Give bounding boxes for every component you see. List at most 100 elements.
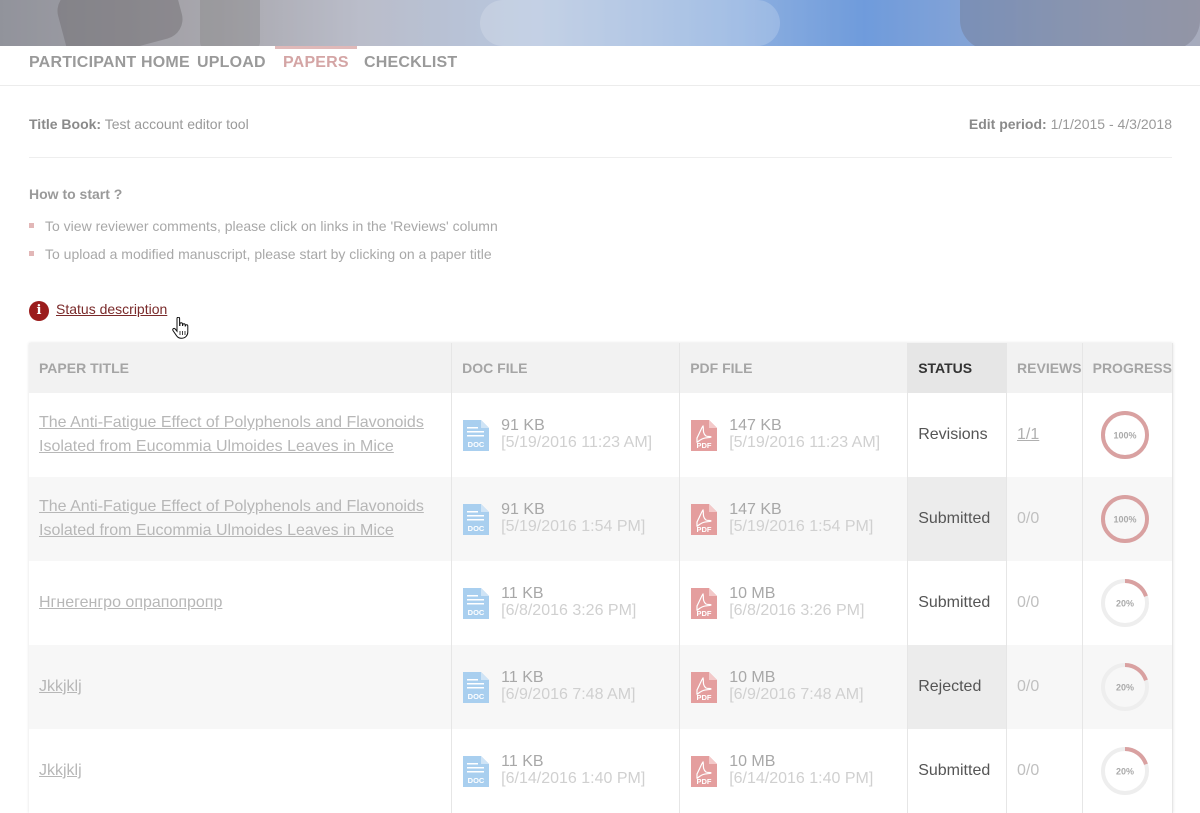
hand-cursor-icon [172,317,189,339]
progress-ring: 100% [1100,411,1149,459]
pdf-file-icon[interactable]: PDF [690,755,718,788]
book-info-row: Title Book: Test account editor tool Edi… [29,116,1172,136]
table-row: The Anti-Fatigue Effect of Polyphenols a… [29,393,1174,477]
header-paper-title: PAPER TITLE [29,343,453,393]
doc-file-icon[interactable]: DOC [462,503,490,536]
edit-period-value: 1/1/2015 - 4/3/2018 [1050,116,1172,132]
doc-file-cell: DOC 91 KB [5/19/2016 1:54 PM] [451,477,681,561]
main-nav: PARTICIPANT HOME UPLOAD PAPERS CHECKLIST [0,46,1200,86]
nav-papers[interactable]: PAPERS [275,46,357,86]
table-row: The Anti-Fatigue Effect of Polyphenols a… [29,477,1174,561]
paper-title-link[interactable]: Jkkjklj [39,762,82,779]
bullet-icon [29,250,34,256]
pdf-file-size: 10 MB [729,753,776,770]
progress-ring: 20% [1100,579,1149,627]
info-icon: i [29,301,49,321]
reviews-count: 0/0 [1017,762,1040,779]
doc-file-date: [5/19/2016 1:54 PM] [501,518,646,535]
papers-table: PAPER TITLE DOC FILE PDF FILE STATUS REV… [29,343,1174,813]
pdf-file-icon[interactable]: PDF [690,503,718,536]
paper-title-cell: The Anti-Fatigue Effect of Polyphenols a… [29,393,453,477]
header-doc-file: DOC FILE [451,343,681,393]
pdf-file-meta: 147 KB [5/19/2016 1:54 PM] [729,501,873,535]
doc-file-cell: DOC 11 KB [6/8/2016 3:26 PM] [451,561,681,645]
pdf-file-size: 10 MB [729,585,776,602]
paper-title-link[interactable]: Нгнегенгро опрапопропр [39,594,222,611]
how-to-start-heading: How to start ? [29,186,123,202]
doc-file-size: 11 KB [501,585,544,602]
doc-file-size: 91 KB [501,501,545,518]
doc-file-size: 91 KB [501,417,545,434]
svg-text:PDF: PDF [697,441,712,450]
pdf-file-icon[interactable]: PDF [690,671,718,704]
reviews-link[interactable]: 1/1 [1017,426,1039,443]
nav-checklist[interactable]: CHECKLIST [364,46,457,86]
paper-title-link[interactable]: Jkkjklj [39,678,82,695]
doc-file-meta: 91 KB [5/19/2016 1:54 PM] [501,501,645,535]
pdf-file-date: [5/19/2016 1:54 PM] [729,518,874,535]
pdf-file-icon[interactable]: PDF [690,419,718,452]
status-description-link[interactable]: Status description [56,301,167,317]
paper-title-cell: Jkkjklj [29,645,453,729]
pdf-file-meta: 10 MB [6/14/2016 1:40 PM] [729,753,873,787]
doc-file-icon[interactable]: DOC [462,671,490,704]
paper-title-link[interactable]: The Anti-Fatigue Effect of Polyphenols a… [39,414,424,455]
svg-text:DOC: DOC [468,692,485,701]
doc-file-icon[interactable]: DOC [462,755,490,788]
howto-bullet: To upload a modified manuscript, please … [29,246,492,262]
svg-text:DOC: DOC [468,524,485,533]
doc-file-date: [5/19/2016 11:23 AM] [501,434,653,451]
bullet-icon [29,222,34,228]
header-status[interactable]: STATUS [907,343,1008,393]
progress-label: 100% [1113,515,1136,525]
status-description: i Status description [29,301,167,323]
pdf-file-cell: PDF 10 MB [6/9/2016 7:48 AM] [679,645,909,729]
progress-label: 100% [1113,431,1136,441]
pdf-file-icon[interactable]: PDF [690,587,718,620]
doc-file-cell: DOC 91 KB [5/19/2016 11:23 AM] [451,393,681,477]
divider [29,157,1172,158]
doc-file-icon[interactable]: DOC [462,587,490,620]
svg-text:DOC: DOC [468,776,485,785]
nav-participant-home[interactable]: PARTICIPANT HOME [29,46,190,86]
doc-file-meta: 11 KB [6/8/2016 3:26 PM] [501,585,636,619]
progress-ring: 20% [1100,747,1149,795]
table-row: Jkkjklj DOC 11 KB [6/9/2016 7:48 AM] PDF… [29,645,1174,729]
svg-text:PDF: PDF [697,609,712,618]
doc-file-date: [6/8/2016 3:26 PM] [501,602,637,619]
doc-file-meta: 11 KB [6/14/2016 1:40 PM] [501,753,645,787]
reviews-cell: 0/0 [1006,477,1083,561]
pdf-file-date: [6/8/2016 3:26 PM] [729,602,865,619]
svg-text:DOC: DOC [468,440,485,449]
title-book-value: Test account editor tool [104,116,249,132]
pdf-file-cell: PDF 10 MB [6/14/2016 1:40 PM] [679,729,909,813]
doc-file-date: [6/9/2016 7:48 AM] [501,686,636,703]
header-pdf-file: PDF FILE [679,343,909,393]
table-row: Нгнегенгро опрапопропр DOC 11 KB [6/8/20… [29,561,1174,645]
doc-file-cell: DOC 11 KB [6/14/2016 1:40 PM] [451,729,681,813]
progress-cell: 100% [1082,393,1174,477]
pdf-file-cell: PDF 10 MB [6/8/2016 3:26 PM] [679,561,909,645]
progress-cell: 20% [1082,729,1174,813]
pdf-file-size: 147 KB [729,501,782,518]
edit-period: Edit period: 1/1/2015 - 4/3/2018 [969,116,1172,132]
nav-upload[interactable]: UPLOAD [197,46,266,86]
paper-title-link[interactable]: The Anti-Fatigue Effect of Polyphenols a… [39,498,424,539]
paper-title-cell: The Anti-Fatigue Effect of Polyphenols a… [29,477,453,561]
doc-file-meta: 11 KB [6/9/2016 7:48 AM] [501,669,635,703]
header-reviews: REVIEWS [1006,343,1083,393]
paper-title-cell: Нгнегенгро опрапопропр [29,561,453,645]
status-cell: Rejected [907,645,1008,729]
table-header-row: PAPER TITLE DOC FILE PDF FILE STATUS REV… [29,343,1174,393]
title-book: Title Book: Test account editor tool [29,116,249,132]
svg-text:DOC: DOC [468,608,485,617]
status-cell: Submitted [907,477,1008,561]
svg-text:PDF: PDF [697,693,712,702]
howto-bullet: To view reviewer comments, please click … [29,218,498,234]
progress-label: 20% [1116,683,1134,693]
doc-file-meta: 91 KB [5/19/2016 11:23 AM] [501,417,652,451]
progress-ring: 20% [1100,663,1149,711]
status-cell: Submitted [907,561,1008,645]
doc-file-icon[interactable]: DOC [462,419,490,452]
reviews-count: 0/0 [1017,678,1040,695]
